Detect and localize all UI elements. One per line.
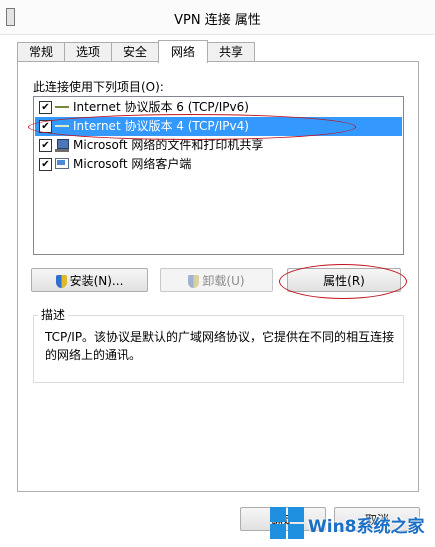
protocol-icon [55,104,69,110]
annotation-ellipse-ipv4 [28,114,356,140]
list-item-label: Microsoft 网络客户端 [73,157,192,171]
window-title: VPN 连接 属性 [174,13,261,28]
title-bar: VPN 连接 属性 [0,0,435,35]
list-item-network-client[interactable]: ✔ Microsoft 网络客户端 [35,155,402,174]
tab-sharing[interactable]: 共享 [207,42,255,62]
uninstall-button-label: 卸载(U) [202,274,245,288]
windows-logo-icon [270,507,304,539]
install-button-label: 安装(N)... [69,274,124,288]
tab-options[interactable]: 选项 [64,42,112,62]
shield-icon [55,275,67,288]
watermark-text: Win8系统之家 [308,517,425,537]
description-text: TCP/IP。该协议是默认的广域网络协议，它提供在不同的相互连接的网络上的通讯。 [45,330,395,362]
checkbox-file-printer-sharing[interactable]: ✔ [39,139,52,152]
tab-general[interactable]: 常规 [17,42,65,62]
annotation-ellipse-properties [279,264,407,299]
checkbox-ipv6[interactable]: ✔ [39,101,52,114]
items-label: 此连接使用下列项目(O): [33,80,164,94]
tab-networking[interactable]: 网络 [158,40,208,63]
shield-icon [188,275,200,288]
tab-security[interactable]: 安全 [111,42,159,62]
computer-icon [55,139,69,152]
checkbox-network-client[interactable]: ✔ [39,158,52,171]
description-legend: 描述 [38,306,69,323]
install-button[interactable]: 安装(N)... [31,268,148,292]
network-client-icon [55,158,69,171]
uninstall-button: 卸载(U) [160,268,273,292]
watermark: Win8系统之家 [270,505,430,545]
